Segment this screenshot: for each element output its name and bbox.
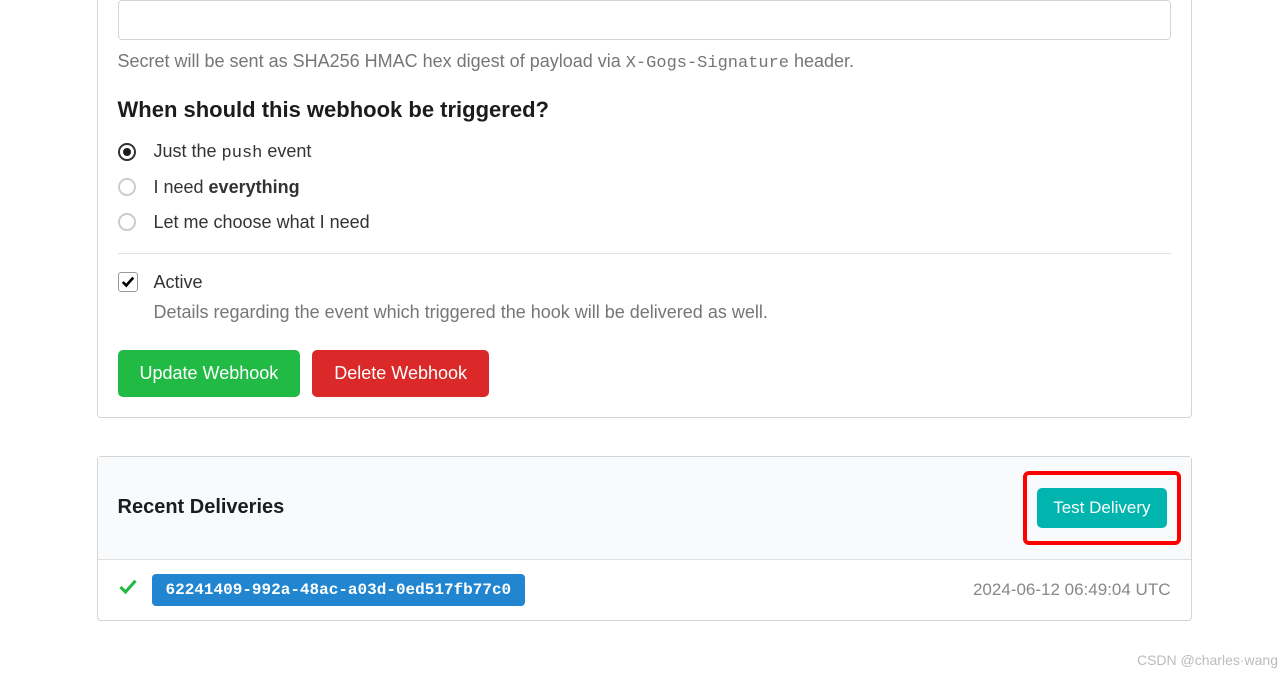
highlight-annotation: Test Delivery xyxy=(1023,471,1180,545)
delivery-timestamp: 2024-06-12 06:49:04 UTC xyxy=(973,580,1171,600)
trigger-option-everything[interactable]: I need everything xyxy=(118,177,1171,198)
update-webhook-button[interactable]: Update Webhook xyxy=(118,350,301,397)
divider xyxy=(118,253,1171,254)
checkbox-icon xyxy=(118,272,138,292)
radio-label: Let me choose what I need xyxy=(154,212,370,233)
secret-input[interactable] xyxy=(118,0,1171,40)
webhook-form-section: Secret will be sent as SHA256 HMAC hex d… xyxy=(97,0,1192,418)
check-icon xyxy=(118,577,138,602)
recent-deliveries-section: Recent Deliveries Test Delivery 62241409… xyxy=(97,456,1192,621)
trigger-option-choose[interactable]: Let me choose what I need xyxy=(118,212,1171,233)
delete-webhook-button[interactable]: Delete Webhook xyxy=(312,350,489,397)
delivery-row[interactable]: 62241409-992a-48ac-a03d-0ed517fb77c0 202… xyxy=(98,560,1191,620)
deliveries-header: Recent Deliveries Test Delivery xyxy=(98,457,1191,560)
radio-label: Just the push event xyxy=(154,141,312,163)
watermark: CSDN @charles·wang xyxy=(1137,652,1278,668)
delivery-left: 62241409-992a-48ac-a03d-0ed517fb77c0 xyxy=(118,574,526,606)
active-label: Active xyxy=(154,272,203,293)
delivery-id-badge: 62241409-992a-48ac-a03d-0ed517fb77c0 xyxy=(152,574,526,606)
trigger-radio-group: Just the push event I need everything Le… xyxy=(118,141,1171,233)
trigger-heading: When should this webhook be triggered? xyxy=(118,97,1171,123)
test-delivery-button[interactable]: Test Delivery xyxy=(1037,488,1166,528)
radio-icon xyxy=(118,213,136,231)
active-checkbox-row[interactable]: Active xyxy=(118,272,1171,293)
radio-icon xyxy=(118,143,136,161)
radio-label: I need everything xyxy=(154,177,300,198)
radio-icon xyxy=(118,178,136,196)
deliveries-heading: Recent Deliveries xyxy=(118,496,285,519)
secret-help-text: Secret will be sent as SHA256 HMAC hex d… xyxy=(118,48,1171,77)
button-row: Update Webhook Delete Webhook xyxy=(118,350,1171,397)
active-help-text: Details regarding the event which trigge… xyxy=(154,299,1171,326)
trigger-option-push[interactable]: Just the push event xyxy=(118,141,1171,163)
